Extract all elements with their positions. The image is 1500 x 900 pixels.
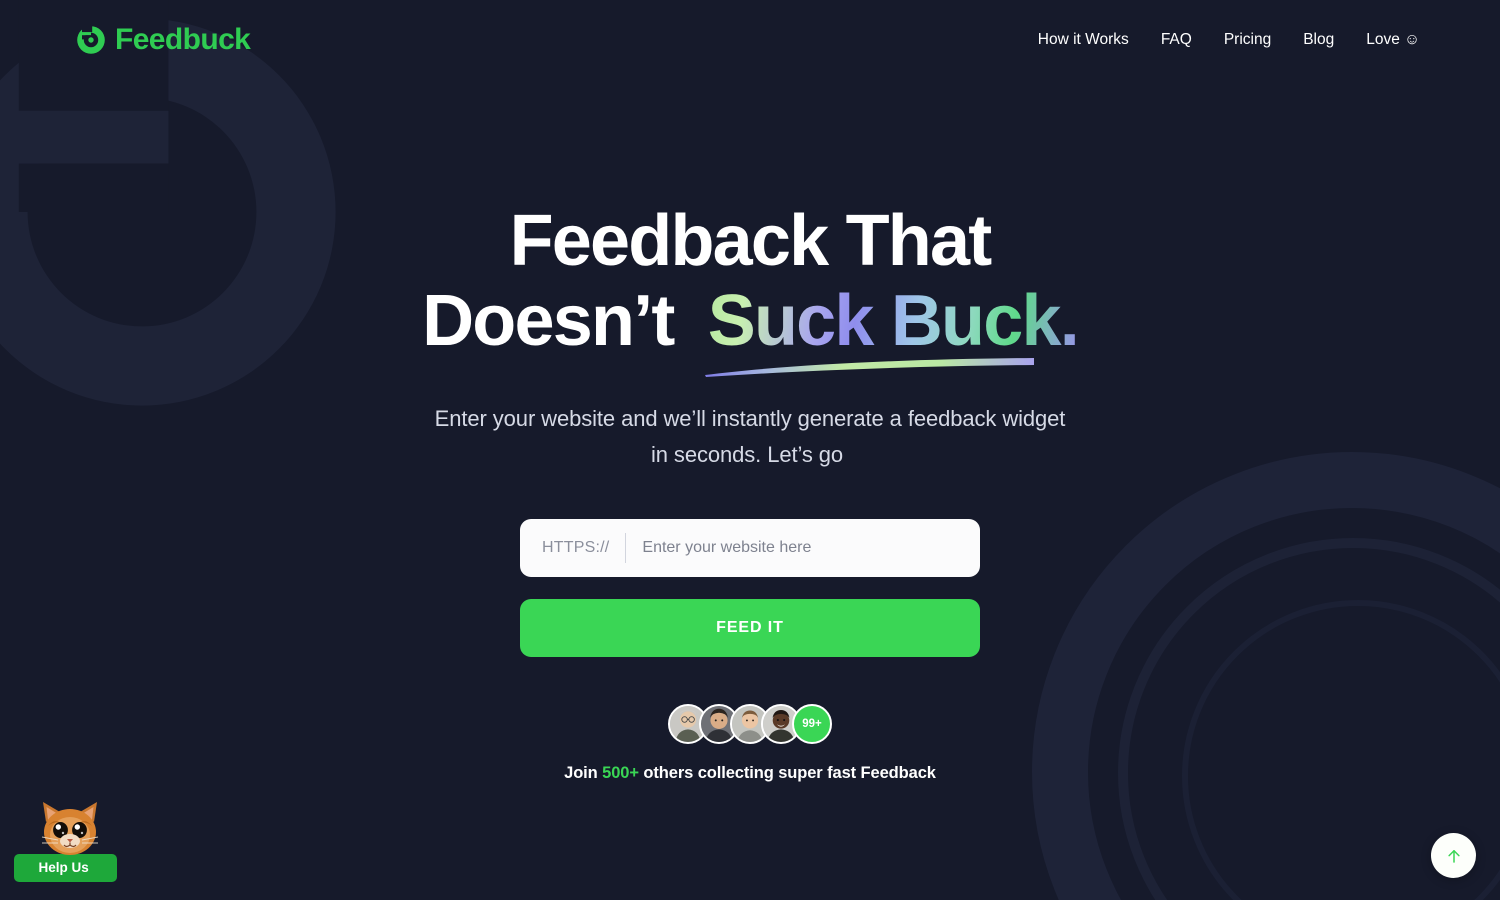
- hero-section: Feedback That Doesn’t Suck Buck. Enter y…: [0, 80, 1500, 783]
- nav-item-faq[interactable]: FAQ: [1145, 25, 1208, 56]
- social-proof: 99+ Join 500+ others collecting super fa…: [0, 704, 1500, 783]
- website-url-input[interactable]: [642, 519, 980, 577]
- proof-text-suffix: others collecting super fast Feedback: [639, 764, 936, 782]
- url-protocol-prefix: HTTPS://: [542, 539, 609, 557]
- site-header: Feedbuck How it Works FAQ Pricing Blog L…: [0, 0, 1500, 80]
- avatar-more-badge: 99+: [792, 704, 832, 744]
- proof-user-count: 500+: [602, 764, 639, 782]
- help-widget: Help Us : [14, 796, 117, 882]
- sad-cat-image: [34, 796, 106, 858]
- main-navigation: How it Works FAQ Pricing Blog Love ☺: [1022, 25, 1420, 56]
- brand-logo[interactable]: Feedbuck: [76, 25, 250, 55]
- hero-subtitle: Enter your website and we’ll instantly g…: [430, 401, 1070, 472]
- nav-item-love[interactable]: Love ☺: [1350, 25, 1420, 56]
- proof-text-prefix: Join: [564, 764, 602, 782]
- social-proof-text: Join 500+ others collecting super fast F…: [0, 764, 1500, 783]
- page-title: Feedback That Doesn’t Suck Buck.: [340, 205, 1160, 357]
- help-us-button[interactable]: Help Us : [14, 854, 117, 882]
- feedbuck-circle-logo-icon: [76, 25, 106, 55]
- title-underline-swoosh-icon: [703, 356, 1036, 378]
- nav-item-blog[interactable]: Blog: [1287, 25, 1350, 56]
- title-accent-part: Suck Buck.: [708, 281, 1078, 361]
- title-line-one: Feedback That: [510, 201, 991, 281]
- nav-item-pricing[interactable]: Pricing: [1208, 25, 1287, 56]
- title-plain-part: Doesn’t: [422, 281, 673, 361]
- website-submit-form: HTTPS:// FEED IT: [520, 519, 980, 657]
- feed-it-button[interactable]: FEED IT: [520, 599, 980, 657]
- nav-item-how-it-works[interactable]: How it Works: [1022, 25, 1145, 56]
- website-url-field[interactable]: HTTPS://: [520, 519, 980, 577]
- title-accent-wrapper: Suck Buck.: [708, 285, 1078, 357]
- avatar-stack: 99+: [0, 704, 1500, 744]
- field-divider: [625, 533, 626, 563]
- arrow-up-icon: [1445, 847, 1463, 865]
- title-line-two: Doesn’t Suck Buck.: [340, 285, 1160, 357]
- scroll-to-top-button[interactable]: [1431, 833, 1476, 878]
- brand-name: Feedbuck: [115, 25, 250, 55]
